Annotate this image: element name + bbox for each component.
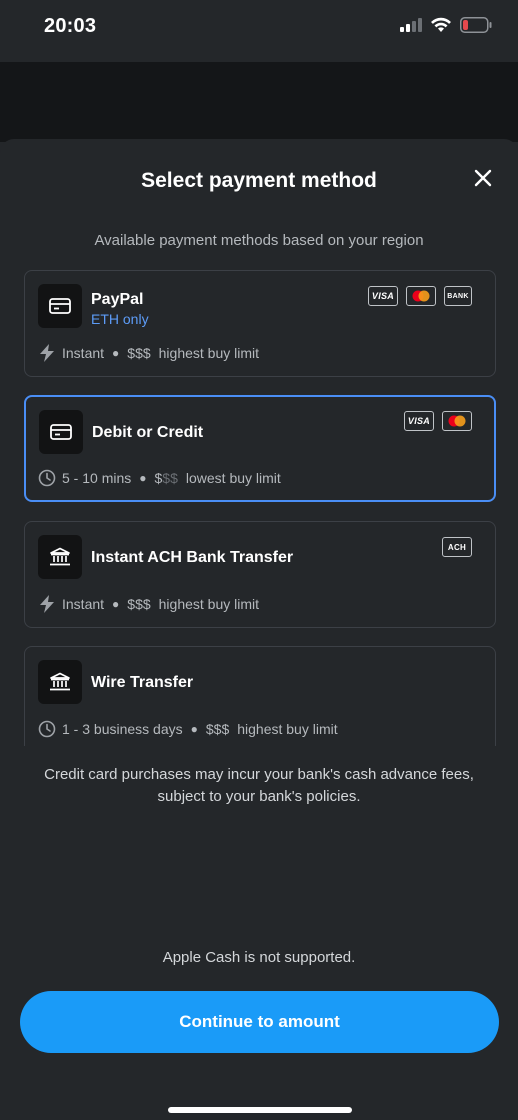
method-icon-box [38, 660, 82, 704]
method-cost-dim: $$ [162, 470, 178, 486]
cellular-signal-icon [400, 18, 422, 32]
method-limit: lowest buy limit [185, 470, 281, 486]
method-cost: $$$ [127, 596, 151, 612]
battery-low-icon [460, 17, 492, 33]
method-limit: highest buy limit [158, 345, 260, 361]
method-icon-box [38, 535, 82, 579]
method-badges: VISA [404, 411, 472, 431]
credit-card-disclaimer: Credit card purchases may incur your ban… [44, 766, 474, 805]
payment-method-debit-credit[interactable]: Debit or Credit VISA 5 - 10 mins ● $ $$ l… [24, 395, 496, 502]
payment-method-wire-transfer[interactable]: Wire Transfer 1 - 3 business days ● $$$ … [24, 646, 496, 746]
separator-dot: ● [139, 471, 147, 485]
method-icon-box [38, 284, 82, 328]
visa-badge: VISA [368, 286, 398, 306]
method-cost: $ [154, 470, 163, 486]
wifi-icon [431, 17, 451, 32]
method-badges: ACH [442, 537, 472, 557]
method-limit: highest buy limit [158, 596, 260, 612]
method-name: PayPal [91, 291, 144, 308]
payment-method-sheet: Select payment method Available payment … [0, 139, 518, 823]
method-details: Instant ● $$$ highest buy limit [38, 344, 259, 362]
lightning-icon [38, 344, 56, 362]
method-icon-box [39, 410, 83, 454]
clock-icon [38, 720, 56, 738]
method-name: Debit or Credit [92, 424, 204, 441]
payment-method-instant-ach[interactable]: Instant ACH Bank Transfer ACH Instant ● … [24, 521, 496, 628]
method-limit: highest buy limit [237, 721, 338, 737]
separator-dot: ● [190, 722, 198, 736]
method-restriction: ETH only [91, 311, 149, 327]
bank-icon [50, 547, 70, 566]
method-name: Wire Transfer [91, 674, 194, 691]
sheet-title: Select payment method [141, 169, 377, 192]
status-time: 20:03 [44, 15, 97, 37]
bank-icon [50, 672, 70, 691]
visa-badge: VISA [404, 411, 434, 431]
method-details: 1 - 3 business days ● $$$ highest buy li… [38, 720, 338, 738]
method-speed: Instant [62, 345, 105, 361]
status-icons [400, 17, 492, 33]
status-bar: 20:03 [0, 0, 518, 62]
method-cost: $$$ [127, 345, 151, 361]
payment-method-paypal[interactable]: PayPal ETH only VISA BANK Instant ● $$$ … [24, 270, 496, 377]
home-indicator[interactable] [168, 1107, 352, 1113]
continue-to-amount-button[interactable]: Continue to amount [20, 991, 499, 1053]
payment-methods-list[interactable]: PayPal ETH only VISA BANK Instant ● $$$ … [24, 270, 496, 746]
method-details: 5 - 10 mins ● $ $$ lowest buy limit [38, 469, 281, 487]
bank-badge: BANK [444, 286, 472, 306]
close-icon [474, 169, 492, 187]
card-icon [49, 298, 71, 314]
ach-badge: ACH [442, 537, 472, 557]
card-icon [50, 424, 72, 440]
method-speed: 1 - 3 business days [62, 721, 183, 737]
footer: Apple Cash is not supported. Continue to… [0, 823, 518, 1120]
method-name: Instant ACH Bank Transfer [91, 549, 294, 566]
method-details: Instant ● $$$ highest buy limit [38, 595, 259, 613]
mastercard-icon [406, 286, 436, 306]
method-badges: VISA BANK [368, 286, 472, 306]
method-cost: $$$ [205, 721, 230, 737]
method-speed: Instant [62, 596, 105, 612]
separator-dot: ● [112, 597, 120, 611]
method-speed: 5 - 10 mins [62, 470, 132, 486]
mastercard-icon [442, 411, 472, 431]
lightning-icon [38, 595, 56, 613]
close-button[interactable] [472, 167, 494, 189]
clock-icon [38, 469, 56, 487]
separator-dot: ● [112, 346, 120, 360]
sheet-subtitle: Available payment methods based on your … [94, 232, 424, 249]
dimmed-backdrop[interactable] [0, 62, 518, 142]
apple-cash-note: Apple Cash is not supported. [162, 949, 356, 966]
